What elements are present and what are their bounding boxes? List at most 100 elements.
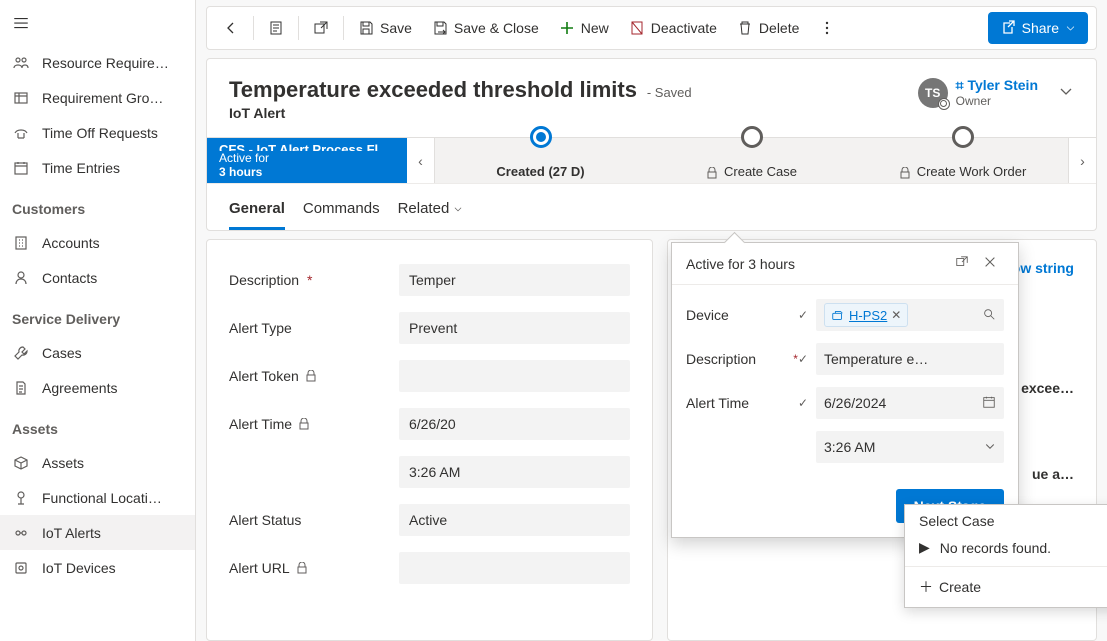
separator [253,16,254,40]
tab-related[interactable]: Related [398,190,464,230]
nav-svc-item-0[interactable]: Cases [0,335,195,370]
nav-top-item-1[interactable]: Requirement Gro… [0,80,195,115]
calendar-icon[interactable] [982,395,996,412]
lock-icon [706,167,718,179]
separator [343,16,344,40]
flyout-device-lookup[interactable]: H-PS2✕ [816,299,1004,331]
nav-label: IoT Devices [42,560,183,576]
person-icon [12,269,30,287]
bpf-stage-0[interactable]: Created (27 D) [435,138,646,183]
popover-header: Select Case [905,505,1107,533]
form-tabs: General Commands Related [207,183,1096,230]
owner-role: Owner [956,94,1038,108]
save-close-button[interactable]: Save & Close [424,12,547,44]
nav-label: IoT Alerts [42,525,183,541]
nav-asset-item-2[interactable]: IoT Alerts [0,515,195,550]
people-icon [12,54,30,72]
bpf-stage-1[interactable]: Create Case [646,138,857,183]
input-alert-time-time: 3:26 AM [399,456,630,488]
business-process-flow: CFS - IoT Alert Process Fl… Active for 3… [207,137,1096,183]
share-button[interactable]: Share [988,12,1088,44]
input-description[interactable]: Temper [399,264,630,296]
play-icon[interactable]: ▶ [919,539,930,556]
nav-top-item-2[interactable]: Time Off Requests [0,115,195,150]
bpf-stage-2[interactable]: Create Work Order [857,138,1068,183]
label-alert-url: Alert URL [229,560,290,576]
save-status: - Saved [647,85,692,100]
nav-label: Requirement Gro… [42,90,183,106]
input-alert-status[interactable]: Active [399,504,630,536]
nav-header-customers: Customers [0,185,195,225]
check-icon: ✓ [792,396,808,410]
nav-label: Functional Locati… [42,490,183,506]
input-alert-token [399,360,630,392]
separator [298,16,299,40]
record-entity-name: IoT Alert [229,105,918,121]
lock-icon [899,167,911,179]
deactivate-button[interactable]: Deactivate [621,12,725,44]
create-button[interactable]: ＋Create [919,577,981,597]
bpf-scroll-left[interactable]: ‹ [407,138,435,183]
chevron-down-icon[interactable] [1058,83,1074,102]
nav-label: Time Off Requests [42,125,183,141]
nav-asset-item-0[interactable]: Assets [0,445,195,480]
owner-name: Tyler Stein [967,77,1038,93]
nav-label: Resource Require… [42,55,183,71]
label-alert-type: Alert Type [229,320,292,336]
device-icon [12,559,30,577]
nav-label: Cases [42,345,183,361]
tab-general[interactable]: General [229,190,285,230]
overflow-button[interactable] [811,12,843,44]
stage-flyout: Active for 3 hours Device ✓ H-PS2✕ Descr… [671,242,1019,538]
flyout-time-date-input[interactable]: 6/26/2024 [816,387,1004,419]
nav-label: Time Entries [42,160,183,176]
nav-label: Accounts [42,235,183,251]
timeoff-icon [12,124,30,142]
building-icon [12,234,30,252]
delete-button[interactable]: Delete [729,12,807,44]
nav-cust-item-1[interactable]: Contacts [0,260,195,295]
search-icon[interactable] [982,307,996,324]
flyout-desc-input[interactable]: Temperature e… [816,343,1004,375]
lock-icon [296,562,308,574]
tab-commands[interactable]: Commands [303,190,380,230]
popout-icon[interactable] [948,255,976,272]
new-button[interactable]: New [551,12,617,44]
group-icon [12,89,30,107]
flyout-time-clock-input[interactable]: 3:26 AM [816,431,1004,463]
owner-avatar: TS [918,78,948,108]
lookup-remove-icon[interactable]: ✕ [891,308,901,322]
no-records-text: No records found. [940,540,1051,556]
pin-icon [12,489,30,507]
nav-svc-item-1[interactable]: Agreements [0,370,195,405]
nav-collapse-button[interactable] [0,4,195,45]
nav-cust-item-0[interactable]: Accounts [0,225,195,260]
owner-control[interactable]: TS ⌗ Tyler Stein Owner [918,77,1074,108]
nav-asset-item-3[interactable]: IoT Devices [0,550,195,585]
cube-icon [12,454,30,472]
flyout-desc-label: Description [686,351,784,367]
form-selector-button[interactable] [260,12,292,44]
back-button[interactable] [215,12,247,44]
nav-asset-item-1[interactable]: Functional Locati… [0,480,195,515]
record-header-card: Temperature exceeded threshold limits - … [206,58,1097,231]
bpf-scroll-right[interactable]: › [1068,138,1096,183]
hash-icon: ⌗ [956,77,968,93]
bpf-title[interactable]: CFS - IoT Alert Process Fl… Active for 3… [207,138,407,183]
plus-icon: ＋ [919,577,933,597]
required-marker: * ✓ [792,352,808,366]
nav-label: Contacts [42,270,183,286]
check-icon: ✓ [792,308,808,322]
select-case-popover: Select Case ▶ No records found. ＋Create … [904,504,1107,608]
label-description: Description [229,272,299,288]
open-record-button[interactable] [305,12,337,44]
close-icon[interactable] [976,255,1004,272]
save-button[interactable]: Save [350,12,420,44]
nav-top-item-3[interactable]: Time Entries [0,150,195,185]
chevron-down-icon[interactable] [984,439,996,455]
flyout-device-label: Device [686,307,784,323]
flyout-title: Active for 3 hours [686,256,948,272]
input-alert-type[interactable]: Prevent [399,312,630,344]
nav-top-item-0[interactable]: Resource Require… [0,45,195,80]
alert-icon [12,524,30,542]
